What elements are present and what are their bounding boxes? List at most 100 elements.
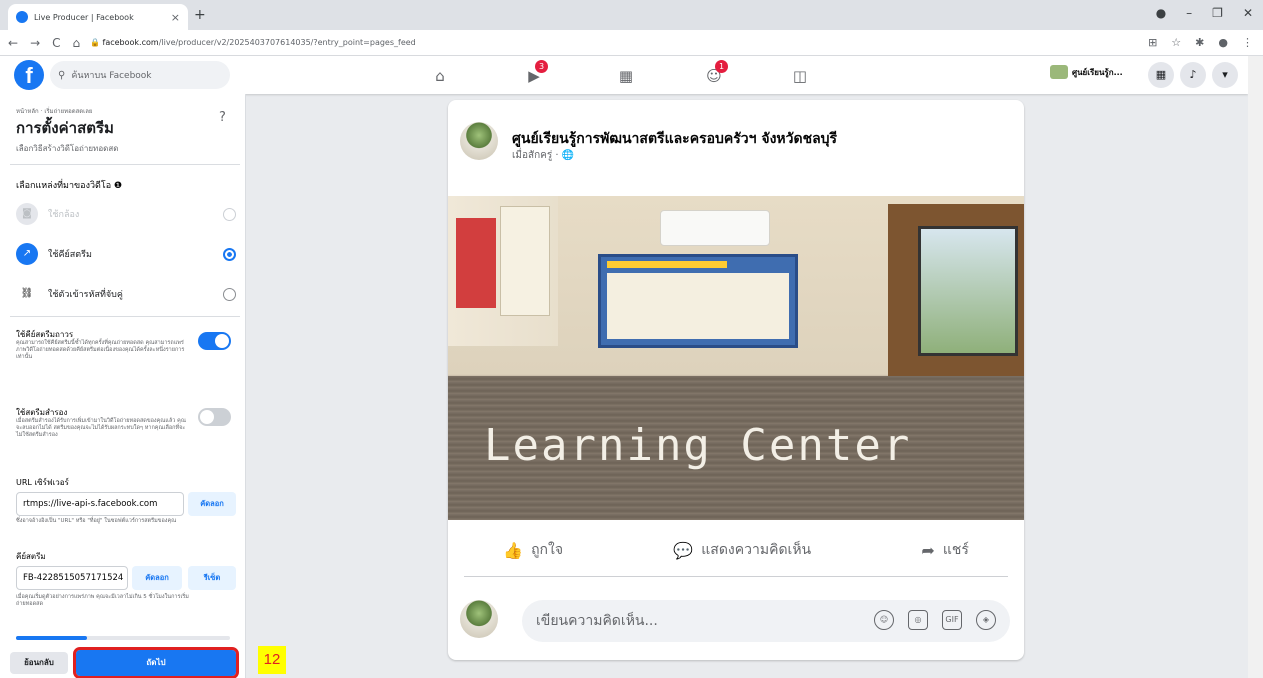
url-field[interactable]: 🔒 facebook.com/live/producer/v2/20254037…	[90, 34, 416, 52]
back-arrow-icon[interactable]: ←	[8, 36, 18, 50]
comment-bubble-icon: 💬	[673, 540, 694, 560]
option-camera-label: ใช้กล้อง	[48, 210, 80, 220]
search-placeholder: ค้นหาบน Facebook	[71, 71, 152, 81]
comment-label: แสดงความคิดเห็น	[701, 542, 812, 558]
share-label: แชร์	[942, 542, 969, 558]
server-url-field[interactable]: rtmps://live-api-s.facebook.com	[16, 492, 184, 516]
toggle-knob	[215, 334, 229, 348]
stream-key-hint: เมื่อคุณเริ่มดูตัวอย่างการแพร่ภาพ คุณจะม…	[16, 594, 189, 607]
option-stream-key[interactable]: ↗ ใช้คีย์สตรีม	[16, 242, 236, 266]
extensions-area: ⊞ ☆ ✱ ● ⋮	[1148, 36, 1253, 49]
gaming-icon[interactable]: ◫	[786, 62, 814, 90]
progress-fill	[16, 636, 87, 640]
help-icon[interactable]: ?	[219, 110, 226, 125]
window-controls: ● – ❐ ✕	[1156, 6, 1253, 20]
post-meta: เมื่อสักครู่ · 🌐	[512, 150, 575, 161]
translate-icon[interactable]: ⊞	[1148, 36, 1157, 49]
notice-board	[598, 254, 798, 348]
next-button[interactable]: ถัดไป	[73, 647, 239, 678]
lock-icon: 🔒	[90, 38, 100, 47]
page-subtitle: เลือกวิธีสร้างวิดีโอถ่ายทอดสด	[16, 144, 119, 153]
search-icon: ⚲	[58, 69, 66, 81]
post-preview-card: ศูนย์เรียนรู้การพัฒนาสตรีและครอบครัวฯ จั…	[448, 100, 1024, 660]
groups-icon[interactable]: ☺ 1	[700, 60, 728, 90]
profile-avatar	[1050, 65, 1068, 79]
url-path: /live/producer/v2/2025403707614035/?entr…	[158, 38, 416, 47]
thumbs-up-icon: 👍	[503, 540, 524, 560]
option-paired-encoder[interactable]: ⛓ ใช้ตัวเข้ารหัสที่จับคู่	[16, 282, 236, 306]
close-tab-icon[interactable]: ×	[171, 11, 180, 24]
divider	[10, 164, 240, 165]
learning-center-sign: Learning Center	[484, 420, 912, 471]
option-camera-radio[interactable]	[223, 207, 236, 221]
camera-icon[interactable]: ◎	[908, 610, 928, 630]
option-paired-encoder-radio[interactable]	[223, 287, 236, 301]
commenter-avatar	[460, 600, 498, 638]
reload-icon[interactable]: C	[52, 36, 60, 50]
profile-name: ศูนย์เรียนรู้ก...	[1072, 67, 1123, 77]
persistent-key-description: คุณสามารถใช้คีย์สตรีมนี้ซ้ำได้ทุกครั้งที…	[16, 340, 185, 360]
extensions-icon[interactable]: ✱	[1195, 36, 1204, 49]
tab-title: Live Producer | Facebook	[34, 12, 134, 22]
comment-button[interactable]: 💬 แสดงความคิดเห็น	[673, 539, 811, 561]
back-button[interactable]: ย้อนกลับ	[10, 652, 68, 674]
menu-grid-icon[interactable]: ▦	[1148, 62, 1174, 88]
sticker-icon[interactable]: ◈	[976, 610, 996, 630]
notifications-bell-icon[interactable]: ♪	[1180, 62, 1206, 88]
doorway	[888, 204, 1024, 394]
home-icon[interactable]: ⌂	[426, 62, 454, 90]
stream-key-field[interactable]: FB-4228515057171524	[16, 566, 128, 590]
gif-icon[interactable]: GIF	[942, 610, 962, 630]
stream-key-label: คีย์สตรีม	[16, 552, 46, 561]
step-marker: 12	[258, 646, 286, 674]
page-avatar[interactable]	[460, 122, 498, 160]
menu-dots-icon[interactable]: ⋮	[1242, 36, 1253, 49]
page-scrollbar[interactable]	[1248, 56, 1263, 678]
groups-badge: 1	[715, 60, 728, 73]
backup-stream-toggle[interactable]	[198, 408, 231, 426]
profile-circle-icon[interactable]: ●	[1156, 6, 1166, 20]
minimize-icon[interactable]: –	[1186, 6, 1192, 20]
option-stream-key-radio[interactable]	[223, 247, 236, 261]
facebook-header: f ⚲ ค้นหาบน Facebook ⌂ ▶ 3 ▦ ☺ 1 ◫ ศูนย์เร…	[0, 56, 1248, 94]
option-stream-key-label: ใช้คีย์สตรีม	[48, 250, 92, 260]
browser-tabbar: Live Producer | Facebook × + ● – ❐ ✕	[0, 0, 1263, 30]
air-conditioner	[660, 210, 770, 246]
toggle-knob	[200, 410, 214, 424]
divider	[464, 576, 1008, 577]
reset-stream-key-button[interactable]: รีเซ็ต	[188, 566, 236, 590]
video-source-title: เลือกแหล่งที่มาของวิดีโอ ❶	[16, 181, 123, 191]
profile-shortcut[interactable]: ศูนย์เรียนรู้ก...	[1050, 65, 1123, 79]
star-icon[interactable]: ☆	[1171, 36, 1181, 49]
facebook-logo-icon[interactable]: f	[14, 60, 44, 90]
account-dropdown-icon[interactable]: ▾	[1212, 62, 1238, 88]
wall-posters	[448, 196, 558, 346]
watch-icon[interactable]: ▶ 3	[520, 60, 548, 90]
divider	[10, 316, 240, 317]
backup-stream-description: เมื่อสตรีมสำรองได้รับการเพิ่มเข้ามาในวิด…	[16, 418, 186, 438]
search-input[interactable]: ⚲ ค้นหาบน Facebook	[50, 61, 230, 89]
share-button[interactable]: ➦ แชร์	[921, 539, 968, 561]
close-window-icon[interactable]: ✕	[1243, 6, 1253, 20]
post-photo[interactable]: Learning Center	[448, 196, 1024, 520]
forward-arrow-icon[interactable]: →	[30, 36, 40, 50]
like-label: ถูกใจ	[531, 542, 564, 558]
home-browser-icon[interactable]: ⌂	[73, 36, 81, 50]
comment-input[interactable]: เขียนความคิดเห็น... ☺ ◎ GIF ◈	[522, 600, 1010, 642]
maximize-icon[interactable]: ❐	[1212, 6, 1223, 20]
watch-badge: 3	[535, 60, 548, 73]
marketplace-icon[interactable]: ▦	[612, 62, 640, 90]
new-tab-button[interactable]: +	[194, 7, 206, 23]
page-name[interactable]: ศูนย์เรียนรู้การพัฒนาสตรีและครอบครัวฯ จั…	[512, 128, 837, 150]
avatar-icon[interactable]: ●	[1218, 36, 1228, 49]
emoji-icon[interactable]: ☺	[874, 610, 894, 630]
copy-server-url-button[interactable]: คัดลอก	[188, 492, 236, 516]
browser-tab[interactable]: Live Producer | Facebook ×	[8, 4, 188, 30]
stream-settings-panel: หน้าหลัก · เริ่มถ่ายทอดสดเลย การตั้งค่าส…	[0, 94, 246, 678]
like-button[interactable]: 👍 ถูกใจ	[503, 539, 563, 561]
link-icon: ⛓	[20, 288, 34, 299]
copy-stream-key-button[interactable]: คัดลอก	[132, 566, 182, 590]
comment-tools: ☺ ◎ GIF ◈	[874, 610, 996, 630]
option-camera[interactable]: ◙ ใช้กล้อง	[16, 202, 236, 226]
persistent-key-toggle[interactable]	[198, 332, 231, 350]
